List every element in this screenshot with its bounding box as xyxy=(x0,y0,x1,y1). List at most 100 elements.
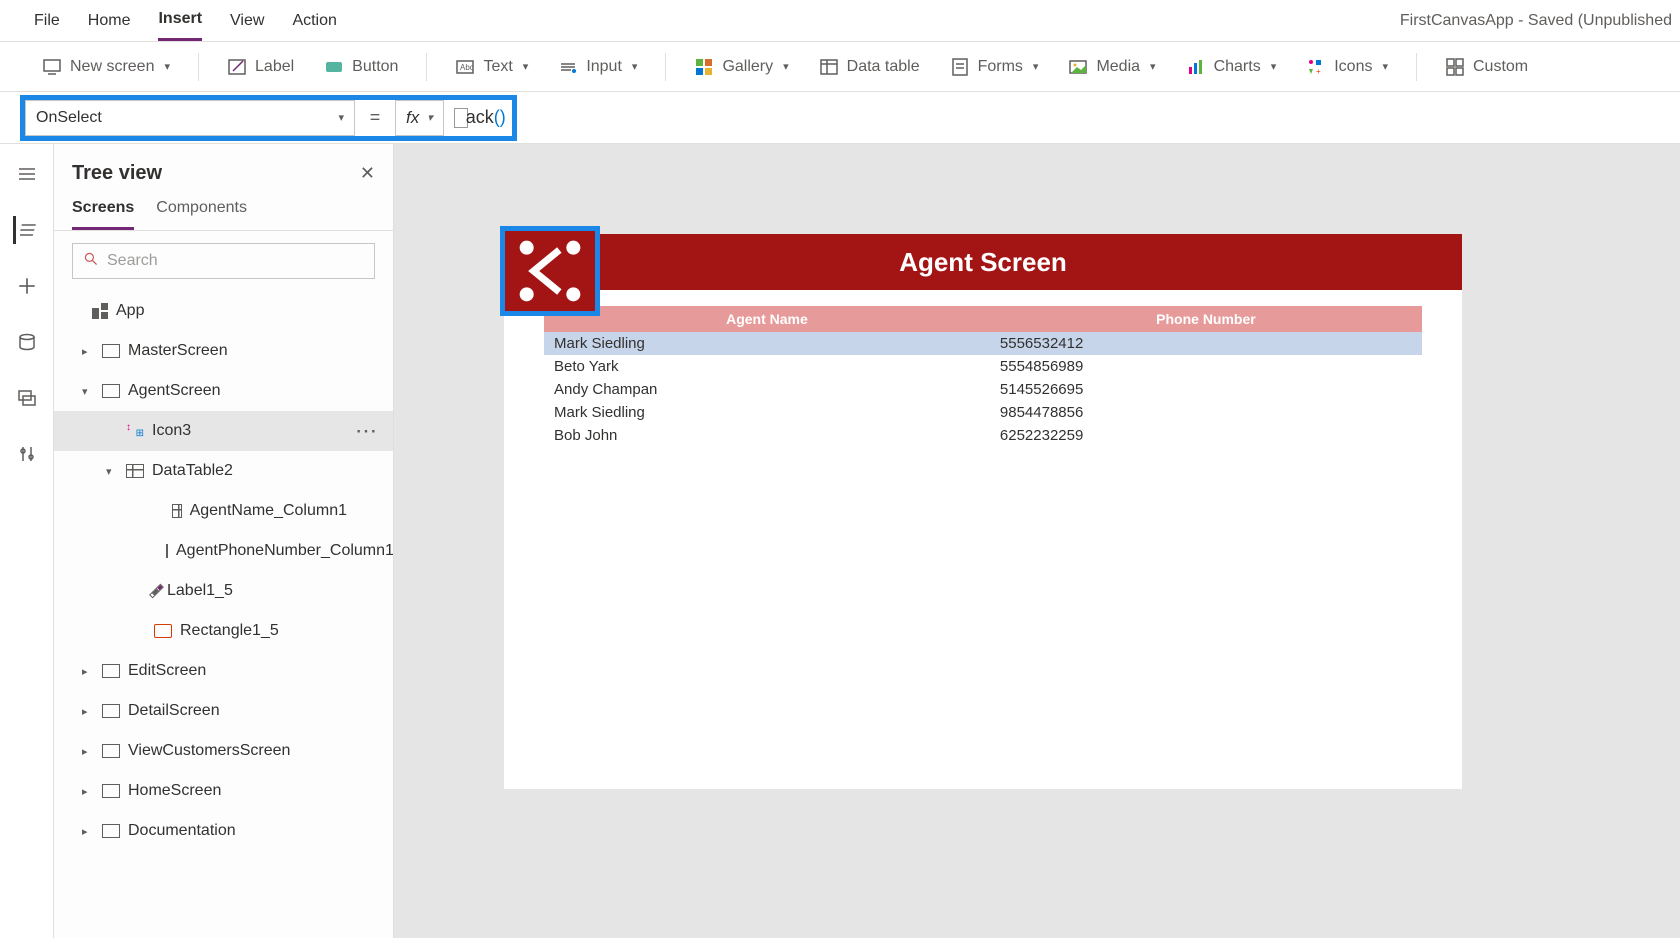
tree-node-label: Rectangle1_5 xyxy=(180,622,347,640)
chevron-icon[interactable]: ▸ xyxy=(82,745,94,758)
gallery-button[interactable]: Gallery ▾ xyxy=(686,53,796,81)
equals-sign: = xyxy=(365,107,385,128)
media-rail-button[interactable] xyxy=(13,384,41,412)
input-label: Input xyxy=(586,58,622,76)
data-table-label: Data table xyxy=(847,58,920,76)
chevron-icon[interactable]: ▸ xyxy=(82,825,94,838)
tree-node[interactable]: Rectangle1_5⋯ xyxy=(54,611,393,651)
chevron-down-icon: ▾ xyxy=(1382,60,1388,73)
cell-phone: 6252232259 xyxy=(990,424,1422,447)
formula-input[interactable]: ack() xyxy=(454,100,506,136)
tree-node[interactable]: AgentPhoneNumber_Column1⋯ xyxy=(54,531,393,571)
fx-button[interactable]: fx ▾ xyxy=(395,100,444,136)
charts-button[interactable]: Charts ▾ xyxy=(1178,53,1285,81)
table-row[interactable]: Bob John6252232259 xyxy=(544,424,1422,447)
screen-icon xyxy=(102,824,120,838)
menu-home[interactable]: Home xyxy=(88,0,131,41)
label-button[interactable]: Label xyxy=(219,53,302,81)
text-button[interactable]: Abc Text ▾ xyxy=(447,53,536,81)
tree-node[interactable]: ▸HomeScreen⋯ xyxy=(54,771,393,811)
forms-button[interactable]: Forms ▾ xyxy=(942,53,1047,81)
tree-search-input[interactable]: Search xyxy=(72,243,375,279)
cell-name: Bob John xyxy=(544,424,990,447)
data-table-button[interactable]: Data table xyxy=(811,53,928,81)
tree-view-panel: Tree view ✕ Screens Components Search App… xyxy=(54,144,394,938)
chevron-icon[interactable]: ▾ xyxy=(106,465,118,478)
tree-node[interactable]: ▸EditScreen⋯ xyxy=(54,651,393,691)
tree-node-label: DataTable2 xyxy=(152,462,347,480)
tree-node-label: AgentScreen xyxy=(128,382,347,400)
hamburger-button[interactable] xyxy=(13,160,41,188)
tree-node[interactable]: Label1_5⋯ xyxy=(54,571,393,611)
menu-insert[interactable]: Insert xyxy=(158,0,202,41)
chevron-down-icon: ▾ xyxy=(523,60,529,73)
tree-node-app[interactable]: App xyxy=(54,291,393,331)
back-icon-selected[interactable] xyxy=(500,226,600,316)
tree-node[interactable]: ▸Documentation⋯ xyxy=(54,811,393,851)
cell-name: Andy Champan xyxy=(544,378,990,401)
chevron-icon[interactable]: ▾ xyxy=(82,385,94,398)
menu-action[interactable]: Action xyxy=(292,0,336,41)
tree-node[interactable]: ▾DataTable2⋯ xyxy=(54,451,393,491)
tools-button[interactable] xyxy=(13,440,41,468)
rectangle-icon xyxy=(154,624,172,638)
close-icon[interactable]: ✕ xyxy=(360,163,375,184)
add-button[interactable] xyxy=(13,272,41,300)
agent-screen-canvas: Agent Screen Agent NamePhone Number Mark… xyxy=(504,234,1462,789)
column-header[interactable]: Phone Number xyxy=(990,306,1422,332)
tree-tab-screens[interactable]: Screens xyxy=(72,193,134,230)
chevron-icon[interactable]: ▸ xyxy=(82,785,94,798)
canvas-area[interactable]: Agent Screen Agent NamePhone Number Mark… xyxy=(394,144,1680,938)
menu-view[interactable]: View xyxy=(230,0,264,41)
table-row[interactable]: Mark Siedling9854478856 xyxy=(544,401,1422,424)
tree-node-label: AgentName_Column1 xyxy=(190,502,347,520)
tree-node-label: EditScreen xyxy=(128,662,347,680)
new-screen-label: New screen xyxy=(70,58,154,76)
data-table[interactable]: Agent NamePhone Number Mark Siedling5556… xyxy=(504,290,1462,447)
separator xyxy=(198,53,199,81)
property-selector[interactable]: OnSelect ▾ xyxy=(25,100,355,136)
chevron-down-icon: ▾ xyxy=(783,60,789,73)
icons-button[interactable]: + Icons ▾ xyxy=(1298,53,1396,81)
chevron-icon[interactable]: ▸ xyxy=(82,345,94,358)
tree-view-button[interactable] xyxy=(13,216,41,244)
table-row[interactable]: Andy Champan5145526695 xyxy=(544,378,1422,401)
new-screen-button[interactable]: New screen ▾ xyxy=(34,53,178,81)
back-arrow-icon xyxy=(515,236,585,306)
cell-phone: 5554856989 xyxy=(990,355,1422,378)
table-row[interactable]: Beto Yark5554856989 xyxy=(544,355,1422,378)
menu-file[interactable]: File xyxy=(34,0,60,41)
tree-title: Tree view xyxy=(72,162,162,185)
tree-node-label: AgentPhoneNumber_Column1 xyxy=(176,542,393,560)
menu-bar: FileHomeInsertViewAction FirstCanvasApp … xyxy=(0,0,1680,42)
button-button[interactable]: Button xyxy=(316,53,406,81)
forms-label: Forms xyxy=(978,58,1023,76)
tree-node[interactable]: Icon3⋯ xyxy=(54,411,393,451)
separator xyxy=(426,53,427,81)
column-header[interactable]: Agent Name xyxy=(544,306,990,332)
tree-node[interactable]: ▾AgentScreen⋯ xyxy=(54,371,393,411)
chevron-icon[interactable]: ▸ xyxy=(82,705,94,718)
cell-phone: 9854478856 xyxy=(990,401,1422,424)
table-row[interactable]: Mark Siedling5556532412 xyxy=(544,332,1422,355)
custom-icon xyxy=(1445,57,1465,77)
input-button[interactable]: Input ▾ xyxy=(550,53,645,81)
insert-ribbon: New screen ▾ Label Button Abc Text ▾ Inp… xyxy=(0,42,1680,92)
tree-node-label: Documentation xyxy=(128,822,347,840)
tree-node[interactable]: AgentName_Column1⋯ xyxy=(54,491,393,531)
tree-node[interactable]: ▸MasterScreen⋯ xyxy=(54,331,393,371)
chevron-down-icon: ▾ xyxy=(427,111,433,124)
data-button[interactable] xyxy=(13,328,41,356)
custom-button[interactable]: Custom xyxy=(1437,53,1536,81)
label-icon xyxy=(227,57,247,77)
cell-name: Mark Siedling xyxy=(544,332,990,355)
chevron-icon[interactable]: ▸ xyxy=(82,665,94,678)
tree-node[interactable]: ▸DetailScreen⋯ xyxy=(54,691,393,731)
table-icon xyxy=(172,504,182,518)
media-button[interactable]: Media ▾ xyxy=(1060,53,1163,81)
tree-node[interactable]: ▸ViewCustomersScreen⋯ xyxy=(54,731,393,771)
tree-tab-components[interactable]: Components xyxy=(156,193,247,230)
screen-header: Agent Screen xyxy=(504,234,1462,290)
icons-label: Icons xyxy=(1334,58,1372,76)
tree-node-label: ViewCustomersScreen xyxy=(128,742,347,760)
